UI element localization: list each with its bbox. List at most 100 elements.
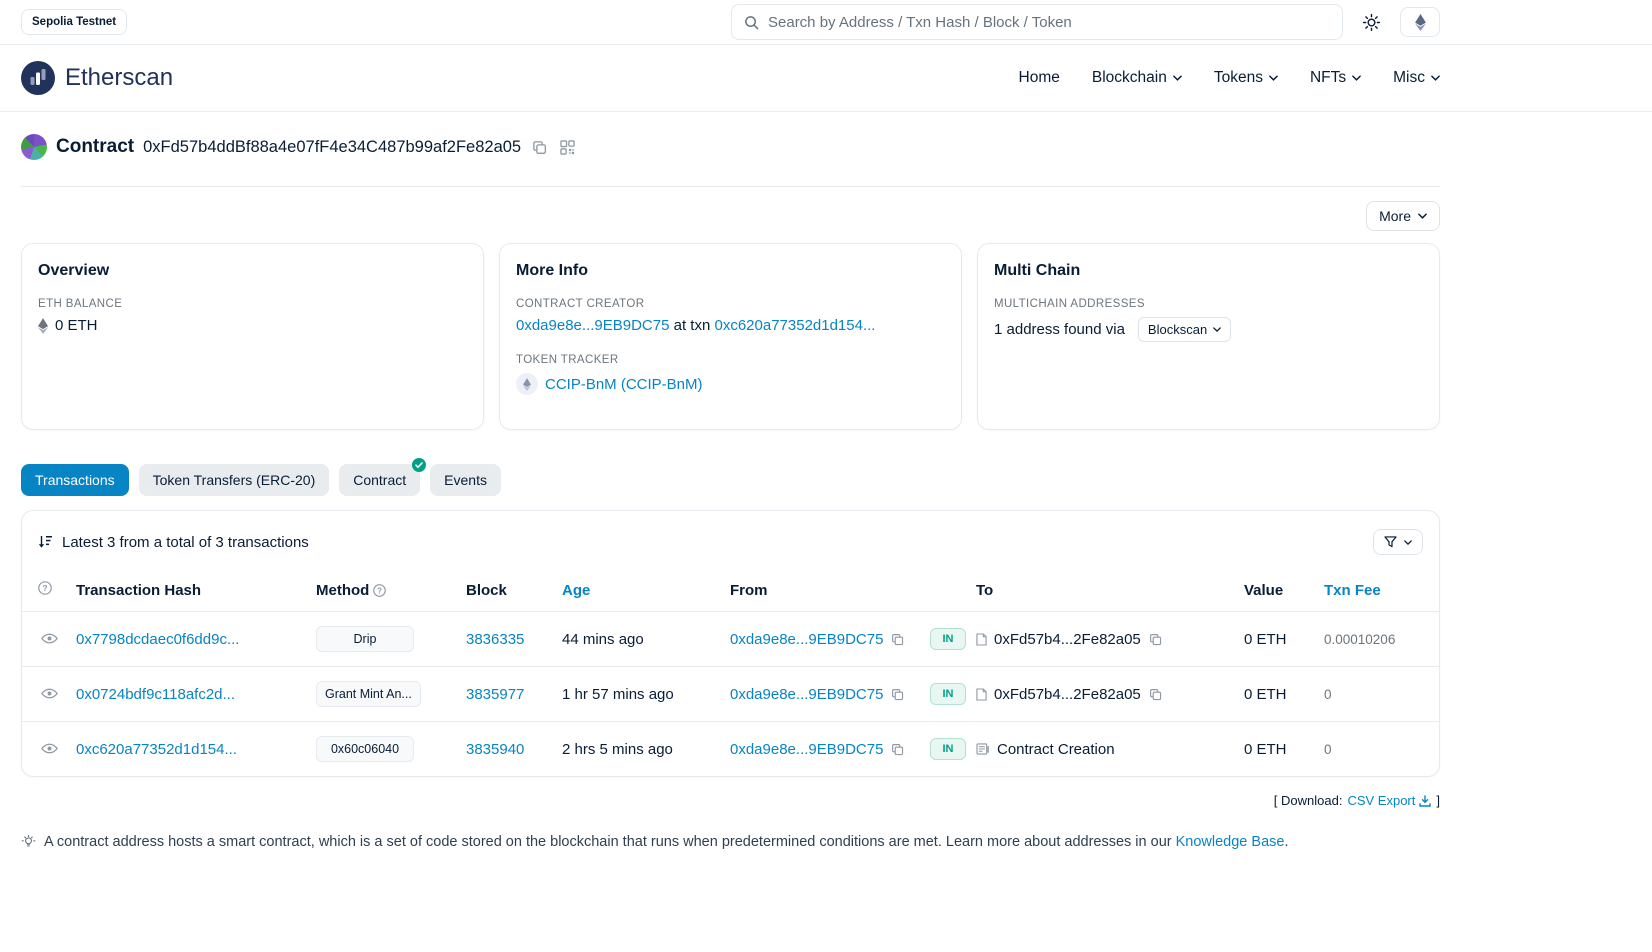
txn-hash-link[interactable]: 0x0724bdf9c118afc2d...: [76, 686, 235, 703]
ethereum-icon: [1415, 14, 1426, 31]
funnel-icon: [1384, 536, 1397, 548]
qr-code-icon: [560, 140, 575, 155]
copy-icon: [1149, 688, 1162, 701]
filter-dropdown-button[interactable]: [1373, 529, 1423, 555]
nav-home[interactable]: Home: [1019, 69, 1060, 87]
copy-from-button[interactable]: [890, 742, 905, 757]
from-address-link[interactable]: 0xda9e8e...9EB9DC75: [730, 741, 883, 758]
token-tracker-label: TOKEN TRACKER: [516, 354, 945, 366]
tab-contract[interactable]: Contract: [339, 464, 420, 496]
method-help-icon[interactable]: ?: [373, 584, 386, 597]
nav-misc[interactable]: Misc: [1393, 69, 1440, 87]
sun-icon: [1362, 13, 1381, 32]
etherscan-logo[interactable]: Etherscan: [21, 61, 173, 95]
knowledge-base-link[interactable]: Knowledge Base: [1176, 834, 1285, 850]
copy-icon: [891, 633, 904, 646]
value-text: 0 ETH: [1244, 686, 1287, 703]
token-logo-icon: [516, 373, 538, 395]
nav-tokens[interactable]: Tokens: [1214, 69, 1278, 87]
age-text: 1 hr 57 mins ago: [562, 686, 674, 703]
chevron-down-icon: [1269, 75, 1278, 81]
col-transaction-hash: Transaction Hash: [68, 569, 308, 612]
network-badge[interactable]: Sepolia Testnet: [21, 9, 127, 35]
col-value: Value: [1236, 569, 1316, 612]
col-from: From: [722, 569, 922, 612]
copy-to-button[interactable]: [1148, 687, 1163, 702]
search-input[interactable]: [768, 14, 1330, 31]
from-address-link[interactable]: 0xda9e8e...9EB9DC75: [730, 686, 883, 703]
block-link[interactable]: 3835977: [466, 686, 524, 703]
to-address: 0xFd57b4...2Fe82a05: [994, 686, 1141, 703]
download-icon: [1419, 795, 1431, 807]
download-suffix: ]: [1436, 793, 1440, 808]
copy-to-button[interactable]: [1148, 632, 1163, 647]
txn-hash-link[interactable]: 0x7798dcdaec0f6dd9c...: [76, 631, 239, 648]
block-link[interactable]: 3835940: [466, 741, 524, 758]
contract-creation-icon: [976, 743, 990, 755]
copy-icon: [1149, 633, 1162, 646]
csv-export-link[interactable]: CSV Export: [1347, 793, 1431, 808]
verified-check-icon: [412, 458, 426, 472]
multichain-found-text: 1 address found via: [994, 321, 1125, 338]
tab-token-transfers[interactable]: Token Transfers (ERC-20): [139, 464, 330, 496]
token-tracker-link[interactable]: CCIP-BnM (CCIP-BnM): [545, 376, 703, 393]
chevron-down-icon: [1404, 540, 1412, 545]
chevron-down-icon: [1173, 75, 1182, 81]
eye-icon: [41, 743, 58, 754]
qr-code-button[interactable]: [558, 138, 577, 157]
creator-address-link[interactable]: 0xda9e8e...9EB9DC75: [516, 317, 669, 334]
eye-preview-button[interactable]: [38, 740, 61, 757]
help-question-icon[interactable]: ?: [38, 581, 52, 595]
copy-from-button[interactable]: [890, 687, 905, 702]
value-text: 0 ETH: [1244, 741, 1287, 758]
from-address-link[interactable]: 0xda9e8e...9EB9DC75: [730, 631, 883, 648]
transactions-panel: Latest 3 from a total of 3 transactions …: [21, 510, 1440, 777]
tab-events[interactable]: Events: [430, 464, 501, 496]
copy-address-button[interactable]: [530, 138, 549, 157]
block-link[interactable]: 3836335: [466, 631, 524, 648]
main-nav: Home Blockchain Tokens NFTs Misc: [1019, 69, 1440, 87]
multichain-card-title: Multi Chain: [994, 262, 1423, 280]
nav-nfts[interactable]: NFTs: [1310, 69, 1361, 87]
eye-preview-button[interactable]: [38, 630, 61, 647]
method-badge: Drip: [316, 626, 414, 652]
transactions-summary-text: Latest 3 from a total of 3 transactions: [62, 534, 309, 551]
more-info-card: More Info CONTRACT CREATOR 0xda9e8e...9E…: [499, 243, 962, 430]
creation-txn-link[interactable]: 0xc620a77352d1d154...: [714, 317, 875, 334]
eye-icon: [41, 688, 58, 699]
age-text: 2 hrs 5 mins ago: [562, 741, 673, 758]
tab-bar: Transactions Token Transfers (ERC-20) Co…: [21, 464, 1440, 496]
contract-address: 0xFd57b4ddBf88a4e07fF4e34C487b99af2Fe82a…: [143, 138, 521, 157]
eye-preview-button[interactable]: [38, 685, 61, 702]
tab-transactions[interactable]: Transactions: [21, 464, 129, 496]
contract-creation-text: Contract Creation: [997, 741, 1115, 758]
to-address: 0xFd57b4...2Fe82a05: [994, 631, 1141, 648]
site-header: Etherscan Home Blockchain Tokens NFTs Mi…: [0, 45, 1652, 112]
method-badge: 0x60c06040: [316, 736, 414, 762]
chevron-down-icon: [1352, 75, 1361, 81]
svg-text:?: ?: [42, 583, 47, 593]
nav-blockchain[interactable]: Blockchain: [1092, 69, 1182, 87]
transactions-table: ? Transaction Hash Method? Block Age Fro…: [22, 569, 1439, 776]
address-avatar: [21, 134, 47, 160]
footnote-suffix: .: [1284, 834, 1288, 850]
copy-from-button[interactable]: [890, 632, 905, 647]
multichain-addresses-label: MULTICHAIN ADDRESSES: [994, 298, 1423, 310]
col-age-toggle[interactable]: Age: [554, 569, 722, 612]
lightbulb-icon: [21, 835, 36, 850]
theme-toggle-button[interactable]: [1358, 9, 1385, 36]
age-text: 44 mins ago: [562, 631, 644, 648]
brand-name: Etherscan: [65, 64, 173, 92]
method-badge: Grant Mint An...: [316, 681, 421, 707]
blockscan-dropdown-button[interactable]: Blockscan: [1138, 317, 1231, 342]
eye-icon: [41, 633, 58, 644]
network-menu-button[interactable]: [1400, 7, 1440, 37]
search-bar[interactable]: [731, 4, 1343, 40]
svg-text:?: ?: [377, 586, 382, 595]
direction-in-badge: IN: [930, 628, 966, 650]
contract-creator-label: CONTRACT CREATOR: [516, 298, 945, 310]
direction-in-badge: IN: [930, 738, 966, 760]
txn-hash-link[interactable]: 0xc620a77352d1d154...: [76, 741, 237, 758]
more-dropdown-button[interactable]: More: [1366, 201, 1440, 231]
col-txn-fee-toggle[interactable]: Txn Fee: [1316, 569, 1439, 612]
